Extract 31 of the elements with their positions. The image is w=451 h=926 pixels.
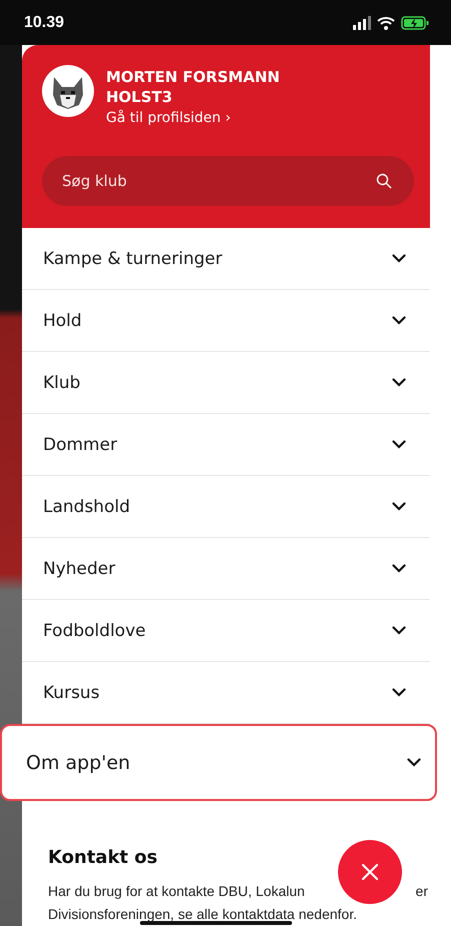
chevron-down-icon bbox=[392, 440, 406, 450]
contact-text: Har du brug for at kontakte DBU, Lokalun bbox=[48, 882, 305, 901]
user-name: MORTEN FORSMANN HOLST3 bbox=[106, 67, 281, 107]
menu-item[interactable]: Nyheder bbox=[22, 538, 430, 600]
menu-item[interactable]: Landshold bbox=[22, 476, 430, 538]
chevron-down-icon bbox=[407, 758, 421, 768]
menu-item[interactable]: Kampe & turneringer bbox=[22, 228, 430, 290]
menu-item[interactable]: Om app'en bbox=[0, 724, 437, 801]
search-icon bbox=[376, 173, 392, 189]
contact-text: Divisionsforeningen, se alle kontaktdata nedenfor. bbox=[48, 906, 357, 922]
chevron-down-icon bbox=[392, 626, 406, 636]
profile-link[interactable]: Gå til profilsiden › bbox=[106, 110, 326, 126]
chevron-down-icon bbox=[392, 254, 406, 263]
search-field[interactable]: Søg klub bbox=[42, 156, 414, 206]
wifi-icon bbox=[377, 15, 395, 30]
chevron-down-icon bbox=[392, 502, 406, 512]
menu-item[interactable]: Klub bbox=[22, 352, 430, 414]
menu-item[interactable]: Fodboldlove bbox=[22, 600, 430, 662]
chevron-down-icon bbox=[392, 564, 406, 574]
menu-item[interactable]: Dommer bbox=[22, 414, 430, 476]
chevron-down-icon bbox=[392, 316, 406, 326]
contact-text: er bbox=[416, 882, 428, 901]
close-icon bbox=[361, 863, 379, 881]
signal-icon bbox=[353, 15, 371, 30]
cat-avatar[interactable] bbox=[42, 65, 94, 117]
chevron-down-icon bbox=[392, 378, 406, 388]
battery-icon bbox=[401, 16, 429, 30]
menu-item[interactable]: Hold bbox=[22, 290, 430, 352]
contact-title: Kontakt os bbox=[48, 846, 158, 868]
chevron-down-icon bbox=[392, 688, 406, 698]
status-time: 10.39 bbox=[24, 14, 64, 32]
